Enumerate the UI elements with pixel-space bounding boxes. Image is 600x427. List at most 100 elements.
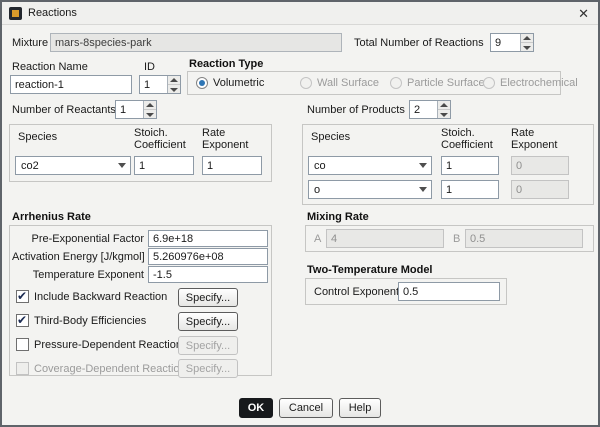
ok-button[interactable]: OK [239,398,273,418]
control-exponent-input[interactable] [398,282,500,301]
include-backward-label: Include Backward Reaction [34,291,168,303]
third-body-checkbox[interactable] [16,313,29,327]
coverage-dependent-label: Coverage-Dependent Reaction [34,363,186,375]
reactants-stoich-header: Stoich. Coefficient [134,127,186,151]
mixing-b-label: B [453,233,461,245]
coverage-dependent-specify-button: Specify... [178,359,238,378]
include-backward-specify-button[interactable]: Specify... [178,288,238,307]
radio-label: Wall Surface [317,77,379,89]
reactant-rate-exponent-input[interactable] [202,156,262,175]
total-reactions-label: Total Number of Reactions [354,37,484,49]
products-count-value: 2 [414,104,421,116]
number-of-products-spinner[interactable]: 2 [409,100,451,119]
temperature-exponent-input[interactable] [148,266,268,283]
number-of-products-label: Number of Products [307,104,405,116]
activation-energy-label: Activation Energy [J/kgmol] [12,251,145,263]
titlebar: Reactions ✕ [2,2,598,25]
chevron-down-icon [114,157,130,174]
close-icon[interactable]: ✕ [578,6,589,22]
radio-wall-surface: Wall Surface [300,77,379,89]
pre-exponential-input[interactable] [148,230,268,247]
product-stoich-input[interactable] [441,156,499,175]
product-stoich-input[interactable] [441,180,499,199]
dialog-icon [9,7,22,20]
two-temperature-group: Control Exponent [305,278,507,305]
spinner-arrows [520,34,533,51]
products-species-header: Species [311,131,351,143]
radio-label: Particle Surface [407,77,485,89]
spinner-down-icon[interactable] [521,43,533,51]
dropdown-value: o [314,183,321,196]
spinner-down-icon[interactable] [144,110,156,118]
id-value: 1 [144,79,151,91]
pressure-dependent-specify-button: Specify... [178,336,238,355]
arrhenius-heading: Arrhenius Rate [12,211,91,223]
reaction-type-group: Volumetric Wall Surface Particle Surface… [187,71,578,95]
products-rate-header: Rate Exponent [511,127,558,151]
number-of-reactants-label: Number of Reactants [12,104,116,116]
temperature-exponent-label: Temperature Exponent [32,269,144,281]
reaction-name-input[interactable] [10,75,132,94]
help-button[interactable]: Help [339,398,381,418]
product-rate-exponent-input [511,180,569,199]
spinner-down-icon[interactable] [168,85,180,93]
chevron-down-icon [415,181,431,198]
radio-electrochemical: Electrochemical [483,77,578,89]
activation-energy-input[interactable] [148,248,268,265]
cancel-button[interactable]: Cancel [279,398,333,418]
spinner-up-icon[interactable] [144,101,156,110]
radio-label: Volumetric [213,77,265,89]
radio-label: Electrochemical [500,77,578,89]
products-group: Species Stoich. Coefficient Rate Exponen… [302,124,594,205]
reactions-dialog: Reactions ✕ Mixture Total Number of Reac… [0,0,600,427]
reactants-rate-header: Rate Exponent [202,127,249,151]
pre-exponential-label: Pre-Exponential Factor [31,233,145,245]
mixture-label: Mixture [12,37,49,49]
two-temperature-heading: Two-Temperature Model [307,264,433,276]
spinner-up-icon[interactable] [521,34,533,43]
reactant-species-dropdown[interactable]: co2 [15,156,131,175]
spinner-down-icon[interactable] [438,110,450,118]
mixing-b-input [465,229,583,248]
spinner-arrows [167,76,180,93]
product-species-dropdown[interactable]: o [308,180,432,199]
mixing-rate-group: A B [305,225,594,252]
mixing-a-label: A [314,233,322,245]
reactants-group: Species Stoich. Coefficient Rate Exponen… [9,124,272,182]
third-body-specify-button[interactable]: Specify... [178,312,238,331]
reactants-species-header: Species [18,131,58,143]
reactants-count-value: 1 [120,104,127,116]
spinner-up-icon[interactable] [438,101,450,110]
products-stoich-header: Stoich. Coefficient [441,127,493,151]
radio-selected-icon [196,77,208,89]
control-exponent-label: Control Exponent [314,286,399,298]
id-label: ID [144,61,155,73]
dropdown-value: co2 [21,159,39,172]
total-reactions-spinner[interactable]: 9 [490,33,534,52]
product-species-dropdown[interactable]: co [308,156,432,175]
product-rate-exponent-input [511,156,569,175]
number-of-reactants-spinner[interactable]: 1 [115,100,157,119]
arrhenius-group: Pre-Exponential Factor Activation Energy… [9,225,272,378]
spinner-arrows [437,101,450,118]
total-reactions-value: 9 [495,37,502,49]
radio-volumetric[interactable]: Volumetric [196,77,264,89]
mixing-rate-heading: Mixing Rate [307,211,369,223]
chevron-down-icon [415,157,431,174]
pressure-dependent-label: Pressure-Dependent Reaction [34,339,182,351]
third-body-label: Third-Body Efficiencies [34,315,147,327]
reactant-stoich-input[interactable] [134,156,194,175]
radio-particle-surface: Particle Surface [390,77,485,89]
include-backward-checkbox[interactable] [16,289,29,303]
reaction-name-label: Reaction Name [12,61,88,73]
spinner-arrows [143,101,156,118]
spinner-up-icon[interactable] [168,76,180,85]
pressure-dependent-checkbox[interactable] [16,338,29,351]
reaction-type-heading: Reaction Type [189,58,264,70]
dropdown-value: co [314,159,326,172]
dialog-title: Reactions [28,7,77,19]
id-spinner[interactable]: 1 [139,75,181,94]
mixture-field [50,33,342,52]
radio-icon [300,77,312,89]
coverage-dependent-checkbox [16,362,29,375]
